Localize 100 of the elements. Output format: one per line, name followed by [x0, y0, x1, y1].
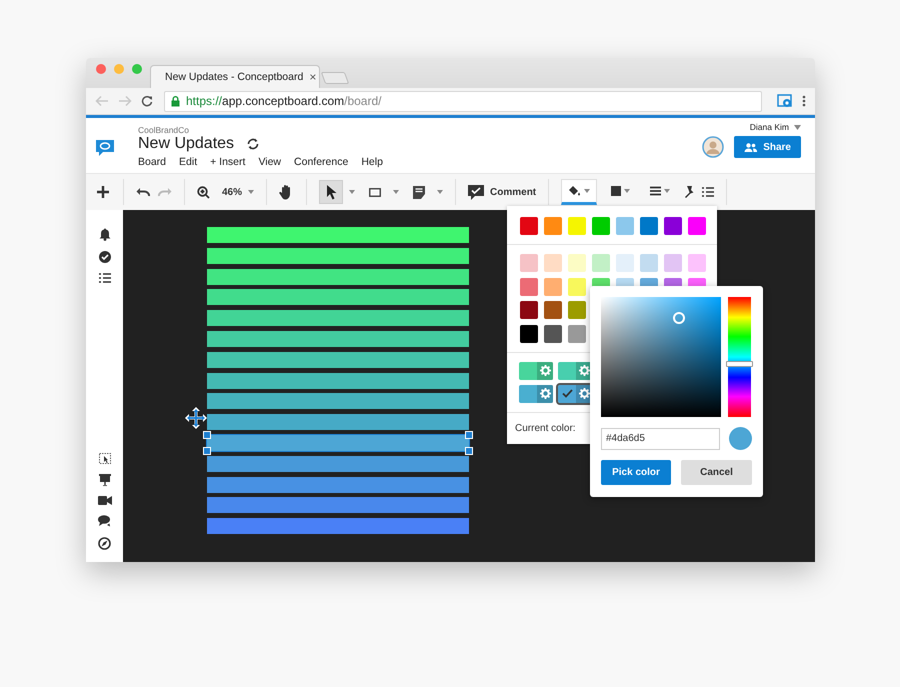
video-camera-icon[interactable]: [98, 496, 112, 505]
bar-shape[interactable]: [207, 476, 469, 493]
bell-icon[interactable]: [98, 228, 110, 241]
caret-icon[interactable]: [393, 190, 400, 194]
color-swatch[interactable]: [592, 217, 610, 235]
square-icon: [611, 186, 622, 196]
color-swatch[interactable]: [616, 254, 634, 272]
bar-shape[interactable]: [207, 456, 469, 472]
color-swatch[interactable]: [544, 217, 562, 235]
caret-icon: [624, 188, 630, 192]
bar-shape[interactable]: [207, 330, 469, 347]
color-swatch[interactable]: [664, 254, 682, 272]
color-swatch[interactable]: [520, 254, 538, 272]
line-style-icon: [650, 186, 662, 196]
people-icon: [744, 142, 758, 152]
color-swatch[interactable]: [544, 324, 562, 342]
color-swatch[interactable]: [664, 217, 682, 235]
color-swatch[interactable]: [520, 324, 538, 342]
custom-color-swatch[interactable]: [558, 362, 592, 380]
bar-shape[interactable]: [207, 372, 469, 389]
list-icon[interactable]: [98, 273, 110, 283]
compass-icon[interactable]: [98, 537, 111, 550]
browser-tab[interactable]: New Updates - Conceptboard ×: [150, 65, 320, 88]
share-button[interactable]: Share: [734, 136, 801, 158]
zoom-level[interactable]: 46%: [222, 186, 242, 198]
check-circle-icon[interactable]: [98, 251, 110, 263]
caret-icon: [664, 188, 670, 192]
user-name[interactable]: Diana Kim: [750, 122, 789, 132]
color-swatch[interactable]: [688, 217, 706, 235]
undo-icon[interactable]: [136, 187, 150, 197]
color-swatch[interactable]: [640, 217, 658, 235]
color-swatch[interactable]: [544, 254, 562, 272]
caret-icon[interactable]: [794, 124, 801, 130]
more-icon[interactable]: [802, 95, 806, 107]
paint-bucket-icon: [568, 185, 582, 197]
color-swatch[interactable]: [544, 301, 562, 319]
custom-color-swatch[interactable]: [558, 384, 592, 402]
color-swatch[interactable]: [568, 301, 586, 319]
presentation-icon[interactable]: [98, 474, 110, 486]
sync-icon[interactable]: [246, 137, 260, 151]
pin-icon[interactable]: [684, 186, 694, 198]
zoom-icon[interactable]: [197, 186, 210, 198]
pointer-tool[interactable]: [319, 180, 344, 204]
caret-icon[interactable]: [437, 190, 444, 194]
fill-color-tool[interactable]: [561, 179, 598, 205]
menu-item[interactable]: Board: [138, 156, 166, 168]
chat-icon[interactable]: [98, 515, 111, 527]
bar-shape[interactable]: [207, 310, 469, 326]
bar-shape[interactable]: [207, 414, 469, 430]
close-tab-button[interactable]: ×: [309, 70, 316, 84]
color-swatch[interactable]: [616, 217, 634, 235]
custom-color-swatch[interactable]: [519, 362, 553, 380]
move-handle-icon[interactable]: [185, 406, 207, 429]
custom-color-swatch[interactable]: [519, 384, 553, 402]
bar-shape[interactable]: [207, 248, 469, 264]
caret-icon[interactable]: [349, 190, 356, 194]
menu-item[interactable]: Help: [361, 156, 383, 168]
color-swatch[interactable]: [688, 254, 706, 272]
bar-shape[interactable]: [207, 393, 469, 410]
bar-shape[interactable]: [207, 268, 469, 285]
cast-icon[interactable]: [777, 94, 793, 108]
bar-shape[interactable]: [207, 497, 469, 514]
rectangle-icon: [369, 188, 382, 196]
color-swatch[interactable]: [568, 324, 586, 342]
color-swatch[interactable]: [568, 278, 586, 296]
reload-icon[interactable]: [141, 95, 153, 107]
color-swatch[interactable]: [520, 278, 538, 296]
color-swatch[interactable]: [544, 278, 562, 296]
saturation-value-field[interactable]: [601, 297, 721, 417]
color-swatch[interactable]: [592, 254, 610, 272]
menu-item[interactable]: View: [258, 156, 282, 168]
logo-icon[interactable]: [94, 138, 116, 158]
bar-shape[interactable]: [207, 352, 469, 368]
hex-input-field[interactable]: #4da6d5: [601, 428, 720, 450]
cancel-button[interactable]: Cancel: [681, 460, 752, 485]
menu-item[interactable]: Conference: [294, 156, 348, 168]
bar-shape[interactable]: [207, 289, 469, 306]
caret-icon: [584, 189, 590, 193]
color-swatch[interactable]: [640, 254, 658, 272]
menu-item[interactable]: + Insert: [210, 156, 246, 168]
bar-shape[interactable]: [207, 518, 469, 534]
hue-slider[interactable]: [728, 297, 751, 417]
note-icon: [413, 186, 426, 198]
caret-icon[interactable]: [248, 190, 254, 194]
add-icon[interactable]: [97, 186, 109, 198]
board-title: New Updates: [138, 135, 234, 153]
menu-item[interactable]: Edit: [179, 156, 198, 168]
color-swatch[interactable]: [520, 301, 538, 319]
selection-icon[interactable]: [98, 453, 110, 464]
color-swatch[interactable]: [520, 217, 538, 235]
comment-button[interactable]: Comment: [468, 184, 536, 200]
comment-icon: [468, 184, 484, 200]
list-icon[interactable]: [702, 187, 714, 197]
pick-color-button[interactable]: Pick color: [601, 460, 671, 485]
avatar[interactable]: [702, 136, 724, 158]
current-color-label: Current color:: [515, 422, 576, 434]
color-swatch[interactable]: [568, 217, 586, 235]
pointer-icon: [326, 184, 337, 200]
address-field[interactable]: https://app.conceptboard.com/board/: [164, 90, 762, 112]
color-swatch[interactable]: [568, 254, 586, 272]
